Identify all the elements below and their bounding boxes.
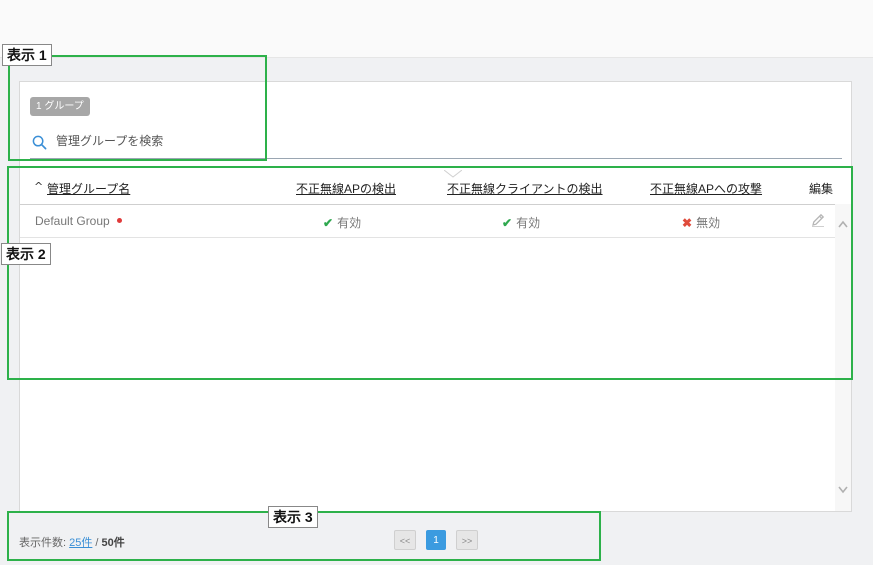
annotation-box-2 [7,166,853,380]
annotation-label-2: 表示 2 [1,243,51,265]
annotation-box-1 [8,55,267,161]
top-bar [0,0,873,58]
annotation-label-1: 表示 1 [2,44,52,66]
annotation-label-3: 表示 3 [268,506,318,528]
chevron-down-icon[interactable] [838,486,848,494]
